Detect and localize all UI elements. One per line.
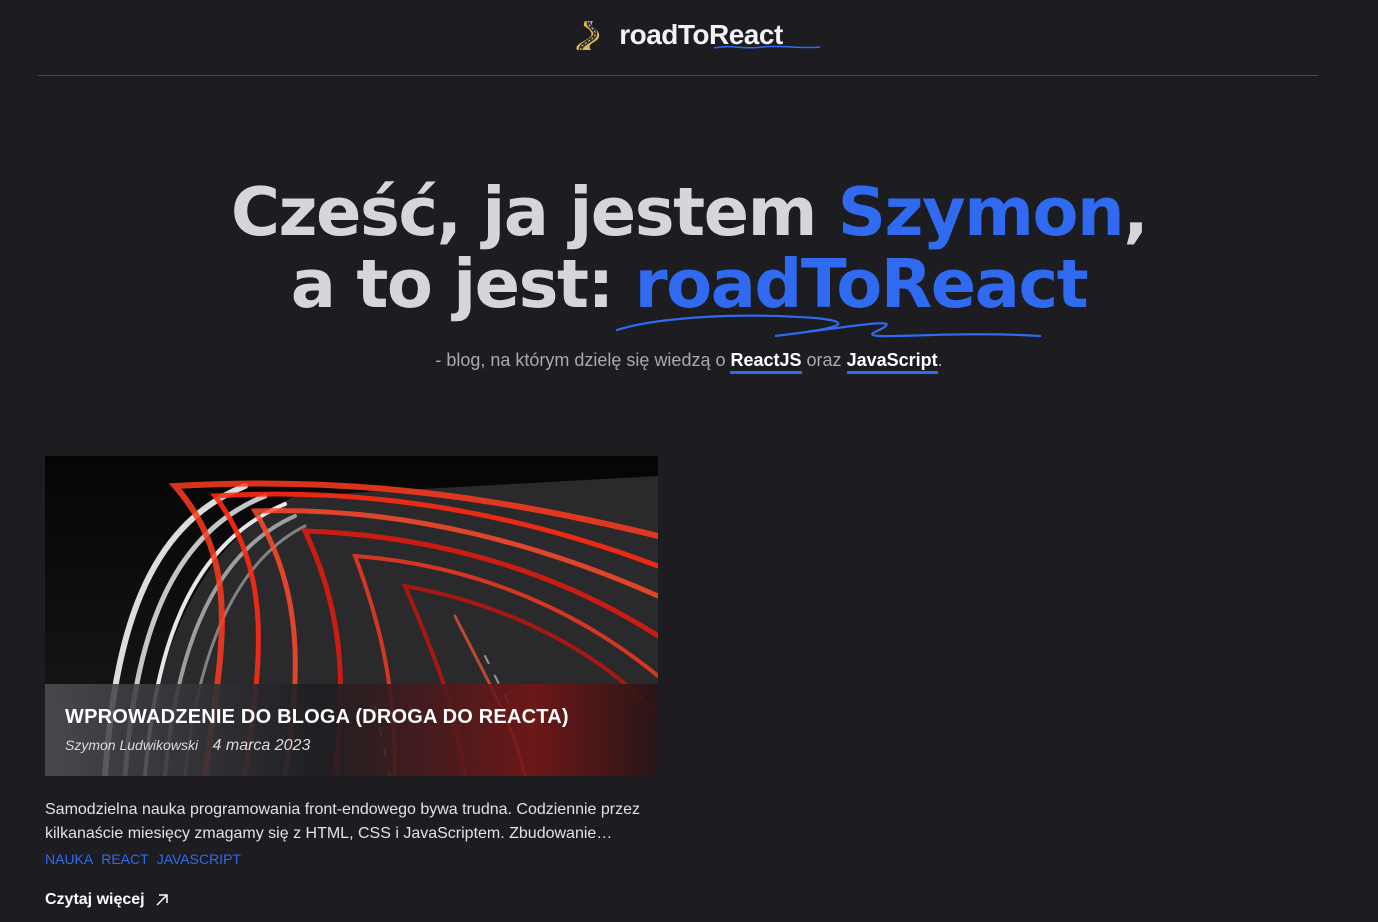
tagline-prefix: - blog, na którym dzielę się wiedzą o bbox=[435, 350, 731, 370]
tag-nauka[interactable]: NAUKA bbox=[45, 851, 93, 867]
post-tags: NAUKA REACT JAVASCRIPT bbox=[45, 851, 658, 867]
tagline-suffix: . bbox=[937, 350, 943, 370]
site-header: roadToReact bbox=[38, 0, 1318, 76]
hero-line2-prefix: a to jest: bbox=[290, 245, 635, 323]
post-card: WPROWADZENIE DO BLOGA (DROGA DO REACTA) … bbox=[45, 456, 658, 909]
post-meta: Szymon Ludwikowski 4 marca 2023 bbox=[65, 737, 638, 755]
read-more-link[interactable]: Czytaj więcej bbox=[45, 891, 169, 909]
reactjs-link[interactable]: ReactJS bbox=[730, 350, 802, 374]
tag-javascript[interactable]: JAVASCRIPT bbox=[157, 851, 241, 867]
post-image[interactable]: WPROWADZENIE DO BLOGA (DROGA DO REACTA) … bbox=[45, 456, 658, 776]
post-date: 4 marca 2023 bbox=[212, 737, 311, 754]
brand-scribble-decoration bbox=[615, 314, 1041, 338]
hero-greeting: Cześć, ja jestem bbox=[230, 173, 838, 251]
logo-underline-decoration bbox=[713, 45, 821, 49]
tag-react[interactable]: REACT bbox=[101, 851, 148, 867]
post-card-overlay: WPROWADZENIE DO BLOGA (DROGA DO REACTA) … bbox=[45, 684, 658, 776]
hero-section: Cześć, ja jestem Szymon, a to jest: road… bbox=[0, 173, 1378, 338]
hero-comma: , bbox=[1123, 173, 1148, 251]
post-author: Szymon Ludwikowski bbox=[65, 737, 199, 753]
post-title[interactable]: WPROWADZENIE DO BLOGA (DROGA DO REACTA) bbox=[65, 706, 638, 729]
tagline-middle: oraz bbox=[801, 350, 847, 370]
hero-brand: roadToReact bbox=[615, 248, 1089, 338]
hero-name: Szymon bbox=[837, 173, 1125, 251]
javascript-link[interactable]: JavaScript bbox=[846, 350, 938, 374]
arrow-up-right-icon bbox=[156, 894, 168, 906]
hero-tagline: - blog, na którym dzielę się wiedzą o Re… bbox=[0, 350, 1378, 374]
post-excerpt: Samodzielna nauka programowania front-en… bbox=[45, 801, 641, 842]
hero-heading: Cześć, ja jestem Szymon, a to jest: road… bbox=[0, 173, 1378, 338]
road-icon bbox=[576, 19, 600, 51]
hero-line2: a to jest: roadToReact bbox=[290, 245, 1089, 338]
read-more-label: Czytaj więcej bbox=[45, 891, 145, 908]
